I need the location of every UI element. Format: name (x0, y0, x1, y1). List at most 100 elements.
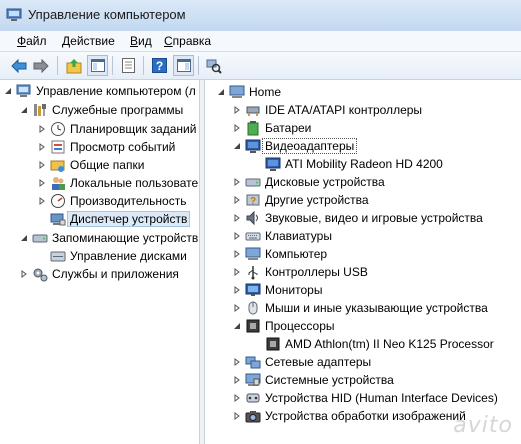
services-gear-icon (32, 266, 48, 282)
forward-button[interactable] (30, 55, 51, 76)
scan-hardware-button[interactable] (203, 55, 224, 76)
device-category-imaging[interactable]: Устройства обработки изображений (232, 407, 466, 425)
computer-management-icon (6, 8, 22, 22)
device-category-mice[interactable]: Мыши и иные указывающие устройства (232, 299, 488, 317)
system-devices-icon (245, 372, 261, 388)
expand-arrow-icon[interactable] (232, 357, 242, 367)
tree-item-services[interactable]: Служебные программы (19, 101, 183, 119)
hid-icon (245, 390, 261, 406)
menu-action[interactable]: Действие (62, 34, 115, 48)
toolbar: ? (0, 52, 521, 80)
window-title: Управление компьютером (28, 7, 186, 22)
action-pane-button[interactable] (173, 55, 194, 76)
expand-arrow-icon[interactable] (232, 267, 242, 277)
scan-hardware-icon (206, 59, 222, 74)
toolbar-separator (198, 56, 199, 75)
menu-file[interactable]: Файл (17, 34, 47, 48)
device-manager-icon (50, 211, 66, 227)
users-icon (50, 175, 66, 191)
display-adapter-icon (245, 138, 261, 154)
collapse-arrow-icon[interactable] (216, 87, 226, 97)
tree-item-events[interactable]: Просмотр событий (37, 138, 175, 156)
device-tree-root[interactable]: Home (216, 83, 281, 101)
device-category-computer[interactable]: Компьютер (232, 245, 327, 263)
usb-icon (245, 264, 261, 280)
expand-arrow-icon[interactable] (232, 195, 242, 205)
device-category-usb[interactable]: Контроллеры USB (232, 263, 368, 281)
expand-arrow-icon[interactable] (232, 375, 242, 385)
device-ati-radeon[interactable]: ATI Mobility Radeon HD 4200 (265, 155, 443, 173)
expand-arrow-icon[interactable] (37, 124, 47, 134)
tree-item-performance[interactable]: Производительность (37, 192, 186, 210)
device-category-disks[interactable]: Дисковые устройства (232, 173, 385, 191)
event-viewer-icon (50, 139, 66, 155)
device-category-keyboards[interactable]: Клавиатуры (232, 227, 332, 245)
collapse-arrow-icon[interactable] (3, 86, 13, 96)
expand-arrow-icon[interactable] (37, 160, 47, 170)
device-category-system[interactable]: Системные устройства (232, 371, 394, 389)
device-category-batteries[interactable]: Батареи (232, 119, 311, 137)
menu-view[interactable]: Вид (130, 34, 152, 48)
device-category-other[interactable]: ? Другие устройства (232, 191, 369, 209)
svg-text:?: ? (250, 196, 256, 207)
back-button[interactable] (8, 55, 29, 76)
storage-icon (32, 230, 48, 246)
expand-arrow-icon[interactable] (232, 393, 242, 403)
device-category-hid[interactable]: Устройства HID (Human Interface Devices) (232, 389, 498, 407)
tree-item-root[interactable]: Управление компьютером (л (3, 82, 196, 100)
computer-icon (245, 246, 261, 262)
help-button[interactable]: ? (149, 55, 170, 76)
console-tree: Управление компьютером (л Служебные прог… (0, 80, 199, 444)
tree-item-services-apps[interactable]: Службы и приложения (19, 265, 179, 283)
collapse-arrow-icon[interactable] (232, 321, 242, 331)
avito-watermark: avito (453, 413, 513, 438)
device-amd-athlon[interactable]: AMD Athlon(tm) II Neo K125 Processor (265, 335, 494, 353)
expand-arrow-icon[interactable] (232, 213, 242, 223)
show-hide-tree-button[interactable] (87, 55, 108, 76)
expand-arrow-icon[interactable] (37, 196, 47, 206)
expand-arrow-icon[interactable] (37, 178, 47, 188)
expand-arrow-icon[interactable] (232, 177, 242, 187)
tree-item-device-manager[interactable]: Диспетчер устройств (50, 210, 191, 228)
battery-icon (245, 120, 261, 136)
unknown-device-icon: ? (245, 192, 261, 208)
expand-arrow-icon[interactable] (232, 123, 242, 133)
properties-button[interactable] (118, 55, 139, 76)
collapse-arrow-icon[interactable] (19, 105, 29, 115)
console-tree-icon (90, 59, 105, 72)
help-icon: ? (152, 58, 167, 73)
tools-icon (32, 102, 48, 118)
device-tree: Home IDE ATA/ATAPI контроллеры Батареи В… (205, 80, 521, 444)
device-category-sound[interactable]: Звуковые, видео и игровые устройства (232, 209, 483, 227)
expand-arrow-icon[interactable] (232, 105, 242, 115)
device-category-video[interactable]: Видеоадаптеры (232, 137, 358, 155)
tree-item-shared-folders[interactable]: Общие папки (37, 156, 144, 174)
properties-icon (122, 58, 135, 73)
processor-icon (265, 336, 281, 352)
tree-item-scheduler[interactable]: Планировщик заданий (37, 120, 196, 138)
up-level-button[interactable] (63, 55, 84, 76)
collapse-arrow-icon[interactable] (19, 233, 29, 243)
expand-arrow-icon[interactable] (232, 231, 242, 241)
tree-item-local-users[interactable]: Локальные пользовате (37, 174, 198, 192)
arrow-left-icon (10, 58, 26, 73)
expand-arrow-icon[interactable] (232, 411, 242, 421)
shared-folder-icon (50, 157, 66, 173)
device-category-processors[interactable]: Процессоры (232, 317, 335, 335)
expand-arrow-icon[interactable] (232, 249, 242, 259)
camera-icon (245, 408, 261, 424)
device-category-monitors[interactable]: Мониторы (232, 281, 322, 299)
tree-item-disk-management[interactable]: Управление дисками (50, 247, 187, 265)
expand-arrow-icon[interactable] (232, 303, 242, 313)
collapse-arrow-icon[interactable] (232, 141, 242, 151)
menu-help[interactable]: Справка (164, 34, 211, 48)
device-category-ide[interactable]: IDE ATA/ATAPI контроллеры (232, 101, 422, 119)
tree-item-storage[interactable]: Запоминающие устройств (19, 229, 198, 247)
arrow-right-icon (33, 58, 49, 73)
computer-icon (229, 84, 245, 100)
expand-arrow-icon[interactable] (37, 142, 47, 152)
device-category-network[interactable]: Сетевые адаптеры (232, 353, 371, 371)
expand-arrow-icon[interactable] (232, 285, 242, 295)
expand-arrow-icon[interactable] (19, 269, 29, 279)
performance-icon (50, 193, 66, 209)
